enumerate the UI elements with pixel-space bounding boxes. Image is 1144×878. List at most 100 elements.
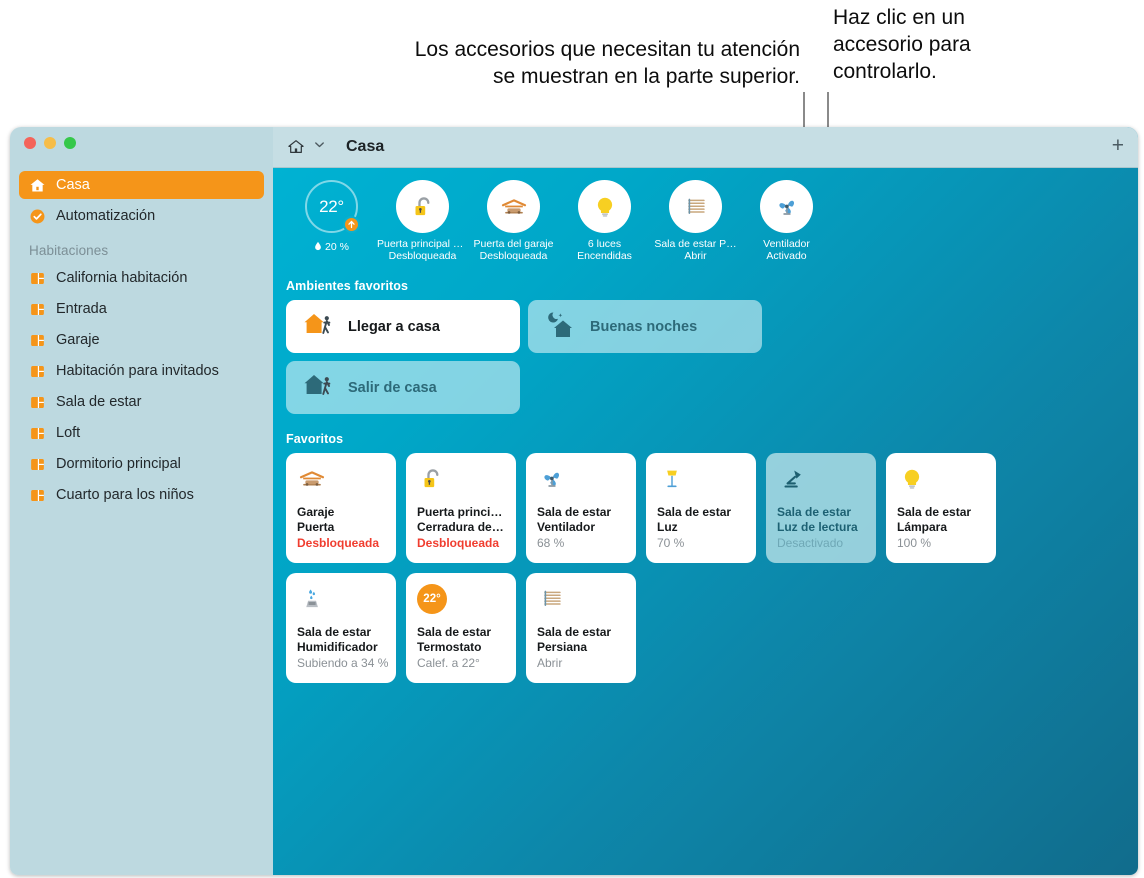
titlebar: Casa + [273, 127, 1138, 168]
status-item-line1: Puerta del garaje [473, 238, 554, 250]
favorite-tile-puerta-principal-cerradura[interactable]: Puerta principal Cerradura de … Desbloqu… [406, 453, 516, 563]
main-content: Casa + 22° 20 % Puerta principal C… Desb… [273, 127, 1138, 875]
garage-door-icon [297, 464, 386, 504]
status-item-fan[interactable]: Ventilador Activado [741, 180, 832, 262]
scene-label: Buenas noches [590, 318, 698, 335]
favorite-tile-sala-de-estar-persiana[interactable]: Sala de estar Persiana Abrir [526, 573, 636, 683]
scene-llegar-a-casa[interactable]: Llegar a casa [286, 300, 520, 353]
tile-status: Desactivado [777, 536, 844, 550]
water-drop-icon [314, 238, 322, 256]
room-icon [29, 270, 46, 287]
add-button[interactable]: + [1112, 135, 1124, 159]
scenes-section: Ambientes favoritos Llegar a casa Buenas… [273, 279, 1138, 414]
status-item-garage-door[interactable]: Puerta del garaje Desbloqueada [468, 180, 559, 262]
window-blinds-icon [669, 180, 722, 233]
thermostat-temperature-badge: 22° [417, 584, 447, 614]
tile-line-1: Garaje [297, 505, 335, 519]
status-item-front-door-lock[interactable]: Puerta principal C… Desbloqueada [377, 180, 468, 262]
sidebar: Casa Automatización Habitaciones Califor… [10, 127, 273, 875]
home-icon[interactable] [287, 138, 305, 156]
house-leaving-icon [303, 371, 337, 405]
sidebar-item-entrada[interactable]: Entrada [19, 295, 264, 323]
sidebar-item-sala-de-estar[interactable]: Sala de estar [19, 388, 264, 416]
sidebar-item-casa[interactable]: Casa [19, 171, 264, 199]
status-item-line2: Desbloqueada [388, 250, 457, 262]
house-arriving-icon [303, 310, 337, 344]
automation-clock-icon [29, 208, 46, 225]
tile-status: Abrir [537, 656, 563, 670]
garage-door-icon [487, 180, 540, 233]
tile-line-2: Luz de lectura [777, 520, 858, 534]
tile-line-2: Termostato [417, 640, 482, 654]
tile-line-1: Sala de estar [657, 505, 732, 519]
fan-icon [537, 464, 626, 504]
tile-line-2: Persiana [537, 640, 588, 654]
favorite-tile-sala-de-estar-ventilador[interactable]: Sala de estar Ventilador 68 % [526, 453, 636, 563]
zoom-button[interactable] [64, 137, 76, 149]
scenes-section-title: Ambientes favoritos [286, 279, 409, 293]
status-item-line2: Encendidas [577, 250, 632, 262]
minimize-button[interactable] [44, 137, 56, 149]
tile-line-2: Lámpara [897, 520, 948, 534]
room-icon [29, 301, 46, 318]
sidebar-item-label: Habitación para invitados [56, 363, 219, 379]
callout-left-text: Los accesorios que necesitan tu atención… [414, 38, 800, 88]
home-icon [29, 177, 46, 194]
home-app-window: Casa Automatización Habitaciones Califor… [10, 127, 1138, 875]
sidebar-item-loft[interactable]: Loft [19, 419, 264, 447]
close-button[interactable] [24, 137, 36, 149]
sidebar-item-automatizacion[interactable]: Automatización [19, 202, 264, 230]
tile-line-1: Sala de estar [417, 625, 492, 639]
favorite-tile-sala-de-estar-luz-de-lectura[interactable]: Sala de estar Luz de lectura Desactivado [766, 453, 876, 563]
tile-line-2: Humidificador [297, 640, 378, 654]
tile-status: Subiendo a 34 % [297, 656, 389, 670]
status-item-line1: 6 luces [587, 238, 622, 250]
tile-status: Desbloqueada [297, 536, 380, 550]
room-icon [29, 394, 46, 411]
tile-line-1: Sala de estar [537, 505, 612, 519]
favorite-tile-sala-de-estar-luz[interactable]: Sala de estar Luz 70 % [646, 453, 756, 563]
sidebar-item-label: Garaje [56, 332, 100, 348]
sidebar-list: Casa Automatización Habitaciones Califor… [19, 171, 264, 512]
tile-line-1: Puerta principal [417, 505, 506, 519]
scene-buenas-noches[interactable]: Buenas noches [528, 300, 762, 353]
sidebar-item-cuarto-para-los-ninos[interactable]: Cuarto para los niños [19, 481, 264, 509]
sidebar-item-dormitorio-principal[interactable]: Dormitorio principal [19, 450, 264, 478]
sidebar-item-label: Casa [56, 177, 90, 193]
room-icon [29, 332, 46, 349]
sidebar-item-garaje[interactable]: Garaje [19, 326, 264, 354]
status-strip: 22° 20 % Puerta principal C… Desbloquead… [273, 168, 1138, 268]
favorites-section-title: Favoritos [286, 432, 344, 446]
sidebar-item-habitacion-para-invitados[interactable]: Habitación para invitados [19, 357, 264, 385]
sidebar-section-header: Habitaciones [29, 243, 109, 258]
status-item-blinds[interactable]: Sala de estar P… Abrir [650, 180, 741, 262]
humidity-value: 20 % [325, 241, 349, 253]
tile-line-1: Sala de estar [777, 505, 852, 519]
status-item-line1: Puerta principal C… [377, 238, 468, 250]
scene-label: Llegar a casa [348, 318, 440, 335]
status-item-lights[interactable]: 6 luces Encendidas [559, 180, 650, 262]
status-item-climate[interactable]: 22° 20 % [286, 180, 377, 256]
favorite-tile-sala-de-estar-termostato[interactable]: 22° Sala de estar Termostato Calef. a 22… [406, 573, 516, 683]
status-item-line2: Desbloqueada [479, 250, 548, 262]
unlocked-padlock-icon [417, 464, 506, 504]
room-icon [29, 363, 46, 380]
window-traffic-lights [24, 137, 76, 149]
sidebar-item-label: California habitación [56, 270, 188, 286]
tile-status: 70 % [657, 536, 685, 550]
arrow-up-icon [343, 216, 360, 233]
favorite-tile-garaje-puerta[interactable]: Garaje Puerta Desbloqueada [286, 453, 396, 563]
sidebar-item-label: Dormitorio principal [56, 456, 181, 472]
favorite-tile-sala-de-estar-humidificador[interactable]: Sala de estar Humidificador Subiendo a 3… [286, 573, 396, 683]
tile-status: 68 % [537, 536, 565, 550]
sidebar-item-california-habitacion[interactable]: California habitación [19, 264, 264, 292]
chevron-down-icon[interactable] [313, 138, 326, 156]
tile-line-2: Puerta [297, 520, 335, 534]
sidebar-item-label: Loft [56, 425, 81, 441]
tile-line-1: Sala de estar [297, 625, 372, 639]
favorite-tile-sala-de-estar-lampara[interactable]: Sala de estar Lámpara 100 % [886, 453, 996, 563]
scene-salir-de-casa[interactable]: Salir de casa [286, 361, 520, 414]
status-item-line2: Activado [766, 250, 807, 262]
tile-line-1: Sala de estar [537, 625, 612, 639]
sidebar-item-label: Cuarto para los niños [56, 487, 194, 503]
